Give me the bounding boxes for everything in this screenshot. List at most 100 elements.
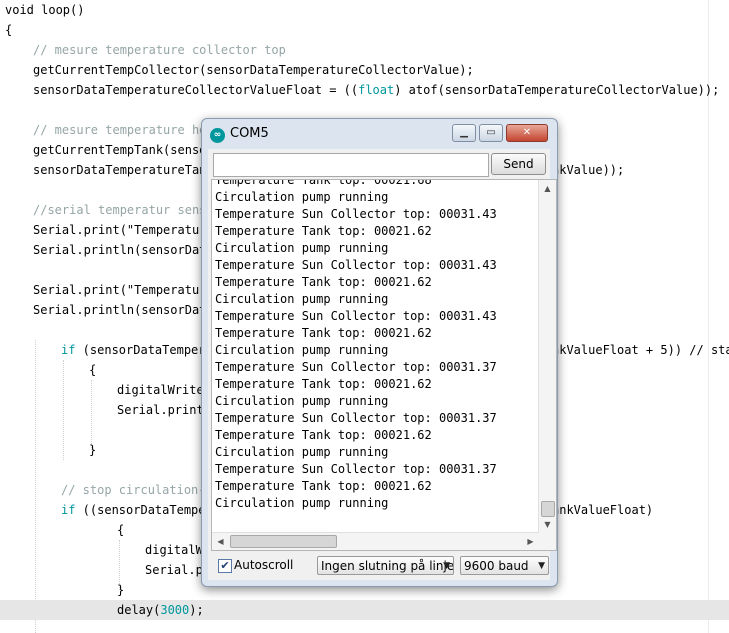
- code-text: getCurrentTempCollector(sensorDataTemper…: [33, 63, 474, 77]
- code-line[interactable]: void loop(): [0, 0, 84, 20]
- code-line[interactable]: [0, 100, 5, 120]
- minimize-icon: ▁: [460, 127, 468, 138]
- maximize-button[interactable]: ▭: [479, 124, 503, 142]
- code-line[interactable]: Serial.print("Temperatur: [0, 220, 206, 240]
- autoscroll-checkbox[interactable]: ✔: [218, 559, 232, 573]
- code-line[interactable]: {: [0, 360, 96, 380]
- output-line: Circulation pump running: [215, 190, 389, 204]
- scroll-up-icon[interactable]: ▲: [539, 180, 556, 197]
- output-line: Temperature Sun Collector top: 00031.37: [215, 360, 497, 374]
- code-line[interactable]: [0, 420, 5, 440]
- line-ending-value: Ingen slutning på linjen: [321, 559, 454, 573]
- code-text: Serial.println(sensorDat: [33, 303, 207, 317]
- code-text: ankValueFloat): [552, 503, 654, 517]
- code-text: }: [117, 583, 125, 597]
- code-text: Serial.print("Temperatur: [33, 223, 207, 237]
- code-text: Serial.print("Temperatur: [33, 283, 207, 297]
- chevron-down-icon: ▼: [538, 561, 545, 571]
- code-text: {: [117, 523, 125, 537]
- output-text: Temperature Tank top: 00021.68 Circulatio…: [215, 179, 497, 512]
- output-line: Temperature Sun Collector top: 00031.37: [215, 411, 497, 425]
- code-line[interactable]: sensorDataTemperatureCollectorValueFloat…: [0, 80, 719, 100]
- output-line: Circulation pump running: [215, 445, 389, 459]
- code-line-fragment[interactable]: nkValueFloat + 5)) // sta: [552, 340, 729, 360]
- scroll-corner: [539, 533, 556, 550]
- code-keyword: float: [358, 83, 395, 97]
- output-line: Circulation pump running: [215, 292, 389, 306]
- code-text: nkValue));: [552, 163, 625, 177]
- scroll-left-icon[interactable]: ◀: [212, 533, 229, 550]
- title-bar[interactable]: ∞ COM5 ▁ ▭ ✕: [202, 119, 557, 149]
- code-line-fragment[interactable]: nkValue));: [552, 160, 624, 180]
- send-button[interactable]: Send: [491, 153, 546, 175]
- code-comment: // stop circulation-: [61, 483, 206, 497]
- code-line[interactable]: Serial.print: [0, 400, 204, 420]
- baud-rate-value: 9600 baud: [464, 559, 529, 573]
- code-line[interactable]: sensorDataTemperatureTan: [0, 160, 206, 180]
- output-line: Temperature Tank top: 00021.62: [215, 275, 432, 289]
- code-line[interactable]: getCurrentTempTank(senso: [0, 140, 206, 160]
- send-input[interactable]: [213, 153, 489, 177]
- code-text: ((sensorDataTempe: [75, 503, 206, 517]
- code-line[interactable]: Serial.println(sensorDat: [0, 300, 206, 320]
- code-line[interactable]: Serial.p: [0, 560, 203, 580]
- code-line[interactable]: getCurrentTempCollector(sensorDataTemper…: [0, 60, 474, 80]
- line-ending-select[interactable]: Ingen slutning på linjen ▼: [317, 556, 454, 575]
- window-title: COM5: [230, 126, 269, 141]
- output-line: Circulation pump running: [215, 496, 389, 510]
- horizontal-scroll-thumb[interactable]: [230, 535, 337, 548]
- code-line[interactable]: [0, 260, 5, 280]
- bottom-bar: ✔ Autoscroll Ingen slutning på linjen ▼ …: [208, 553, 550, 580]
- output-line: Temperature Sun Collector top: 00031.43: [215, 258, 497, 272]
- check-icon: ✔: [220, 559, 230, 572]
- vertical-scrollbar[interactable]: ▲ ▼: [538, 180, 556, 533]
- code-text: Serial.print: [117, 403, 204, 417]
- output-line: Temperature Tank top: 00021.62: [215, 224, 432, 238]
- code-line[interactable]: //serial temperatur sens: [0, 200, 206, 220]
- code-line[interactable]: // mesure temperature ho: [0, 120, 206, 140]
- code-line[interactable]: if ((sensorDataTempe: [0, 500, 206, 520]
- horizontal-scrollbar[interactable]: ◀ ▶: [212, 532, 539, 550]
- code-text: Serial.println(sensorDat: [33, 243, 207, 257]
- output-line: Temperature Tank top: 00021.68: [215, 179, 432, 187]
- code-text: digitalW: [145, 543, 203, 557]
- chevron-down-icon: ▼: [443, 561, 450, 571]
- code-line[interactable]: Serial.print("Temperatur: [0, 280, 206, 300]
- code-line[interactable]: [0, 320, 5, 340]
- code-line[interactable]: }: [0, 580, 124, 600]
- code-line[interactable]: Serial.println(sensorDat: [0, 240, 206, 260]
- serial-monitor-window: ∞ COM5 ▁ ▭ ✕ Send Temperature Tank top: …: [201, 118, 558, 587]
- scroll-down-icon[interactable]: ▼: [539, 516, 556, 533]
- scroll-right-icon[interactable]: ▶: [522, 533, 539, 550]
- vertical-scroll-thumb[interactable]: [541, 501, 555, 517]
- output-line: Temperature Tank top: 00021.62: [215, 479, 432, 493]
- baud-rate-select[interactable]: 9600 baud ▼: [460, 556, 549, 575]
- code-line[interactable]: digitalW: [0, 540, 203, 560]
- minimize-button[interactable]: ▁: [452, 124, 476, 142]
- code-line[interactable]: }: [0, 440, 96, 460]
- code-line[interactable]: {: [0, 520, 124, 540]
- code-comment: // mesure temperature collector top: [33, 43, 286, 57]
- code-text: digitalWrite: [117, 383, 204, 397]
- code-line[interactable]: [0, 460, 5, 480]
- code-line-fragment[interactable]: ankValueFloat): [552, 500, 653, 520]
- code-line[interactable]: {: [0, 20, 12, 40]
- output-line: Temperature Sun Collector top: 00031.37: [215, 462, 497, 476]
- code-line[interactable]: delay(3000);: [0, 600, 729, 620]
- code-text: getCurrentTempTank(senso: [33, 143, 207, 157]
- code-line[interactable]: [0, 180, 5, 200]
- code-keyword: if: [61, 343, 76, 357]
- code-line[interactable]: // stop circulation-: [0, 480, 206, 500]
- serial-output[interactable]: Temperature Tank top: 00021.68 Circulatio…: [211, 179, 557, 551]
- output-line: Circulation pump running: [215, 241, 389, 255]
- arduino-icon: ∞: [210, 128, 225, 143]
- code-text: {: [89, 363, 97, 377]
- code-line[interactable]: // mesure temperature collector top: [0, 40, 286, 60]
- output-line: Circulation pump running: [215, 343, 389, 357]
- close-icon: ✕: [522, 127, 532, 138]
- code-line[interactable]: digitalWrite: [0, 380, 204, 400]
- code-text: );: [189, 603, 204, 617]
- close-button[interactable]: ✕: [506, 124, 548, 142]
- code-line[interactable]: if (sensorDataTemper: [0, 340, 206, 360]
- code-text: nkValueFloat + 5)) // sta: [552, 343, 729, 357]
